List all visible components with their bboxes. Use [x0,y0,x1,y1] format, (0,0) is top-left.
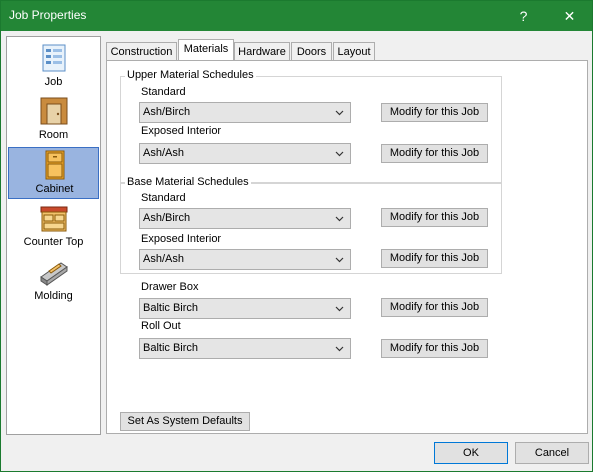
help-button[interactable]: ? [501,1,546,31]
select-value: Ash/Ash [143,253,184,265]
drawer-box-modify-button[interactable]: Modify for this Job [381,298,488,317]
cabinet-icon [45,150,65,180]
sidebar-item-label: Cabinet [35,183,74,195]
chevron-down-icon [335,216,344,222]
upper-exposed-label: Exposed Interior [141,125,222,137]
select-value: Ash/Birch [143,106,191,118]
select-value: Baltic Birch [143,342,199,354]
tab-materials[interactable]: Materials [178,39,234,60]
title-bar: Job Properties ? ✕ [1,1,592,31]
upper-group-title: Upper Material Schedules [125,69,256,81]
select-value: Ash/Birch [143,212,191,224]
chevron-down-icon [335,151,344,157]
sidebar-item-label: Room [38,129,69,141]
sidebar-item-room[interactable]: Room [8,94,99,146]
select-value: Ash/Ash [143,147,184,159]
upper-exposed-modify-button[interactable]: Modify for this Job [381,144,488,163]
base-exposed-modify-button[interactable]: Modify for this Job [381,249,488,268]
sidebar-item-counter-top[interactable]: Counter Top [8,201,99,253]
drawer-box-label: Drawer Box [141,281,199,293]
molding-icon [40,262,68,286]
room-icon [40,97,68,125]
counter-top-icon [40,206,68,232]
upper-standard-modify-button[interactable]: Modify for this Job [381,103,488,122]
ok-button[interactable]: OK [434,442,508,464]
tab-doors[interactable]: Doors [291,42,332,60]
materials-panel: Upper Material Schedules Standard Ash/Bi… [106,60,588,434]
set-system-defaults-button[interactable]: Set As System Defaults [120,412,250,431]
sidebar-item-cabinet[interactable]: Cabinet [8,147,99,199]
chevron-down-icon [335,257,344,263]
cancel-button[interactable]: Cancel [515,442,589,464]
window-title: Job Properties [9,8,87,22]
sidebar-item-molding[interactable]: Molding [8,255,99,307]
chevron-down-icon [335,110,344,116]
tab-hardware[interactable]: Hardware [234,42,290,60]
base-standard-select[interactable]: Ash/Birch [139,208,351,229]
sidebar-item-job[interactable]: Job [8,41,99,93]
drawer-box-select[interactable]: Baltic Birch [139,298,351,319]
base-exposed-select[interactable]: Ash/Ash [139,249,351,270]
upper-standard-select[interactable]: Ash/Birch [139,102,351,123]
chevron-down-icon [335,306,344,312]
upper-standard-label: Standard [141,86,186,98]
sidebar-item-label: Job [44,76,63,88]
select-value: Baltic Birch [143,302,199,314]
base-standard-modify-button[interactable]: Modify for this Job [381,208,488,227]
job-icon [42,44,66,72]
close-button[interactable]: ✕ [547,1,592,31]
job-properties-window: Job Properties ? ✕ Job Room Cabinet Coun… [0,0,593,472]
tab-layout[interactable]: Layout [333,42,375,60]
upper-exposed-select[interactable]: Ash/Ash [139,143,351,164]
chevron-down-icon [335,346,344,352]
base-group-title: Base Material Schedules [125,176,251,188]
roll-out-modify-button[interactable]: Modify for this Job [381,339,488,358]
roll-out-label: Roll Out [141,320,181,332]
category-sidebar: Job Room Cabinet Counter Top Molding [6,36,101,435]
tab-construction[interactable]: Construction [106,42,177,60]
base-exposed-label: Exposed Interior [141,233,222,245]
roll-out-select[interactable]: Baltic Birch [139,338,351,359]
sidebar-item-label: Molding [34,290,73,302]
base-standard-label: Standard [141,192,186,204]
sidebar-item-label: Counter Top [23,236,84,248]
